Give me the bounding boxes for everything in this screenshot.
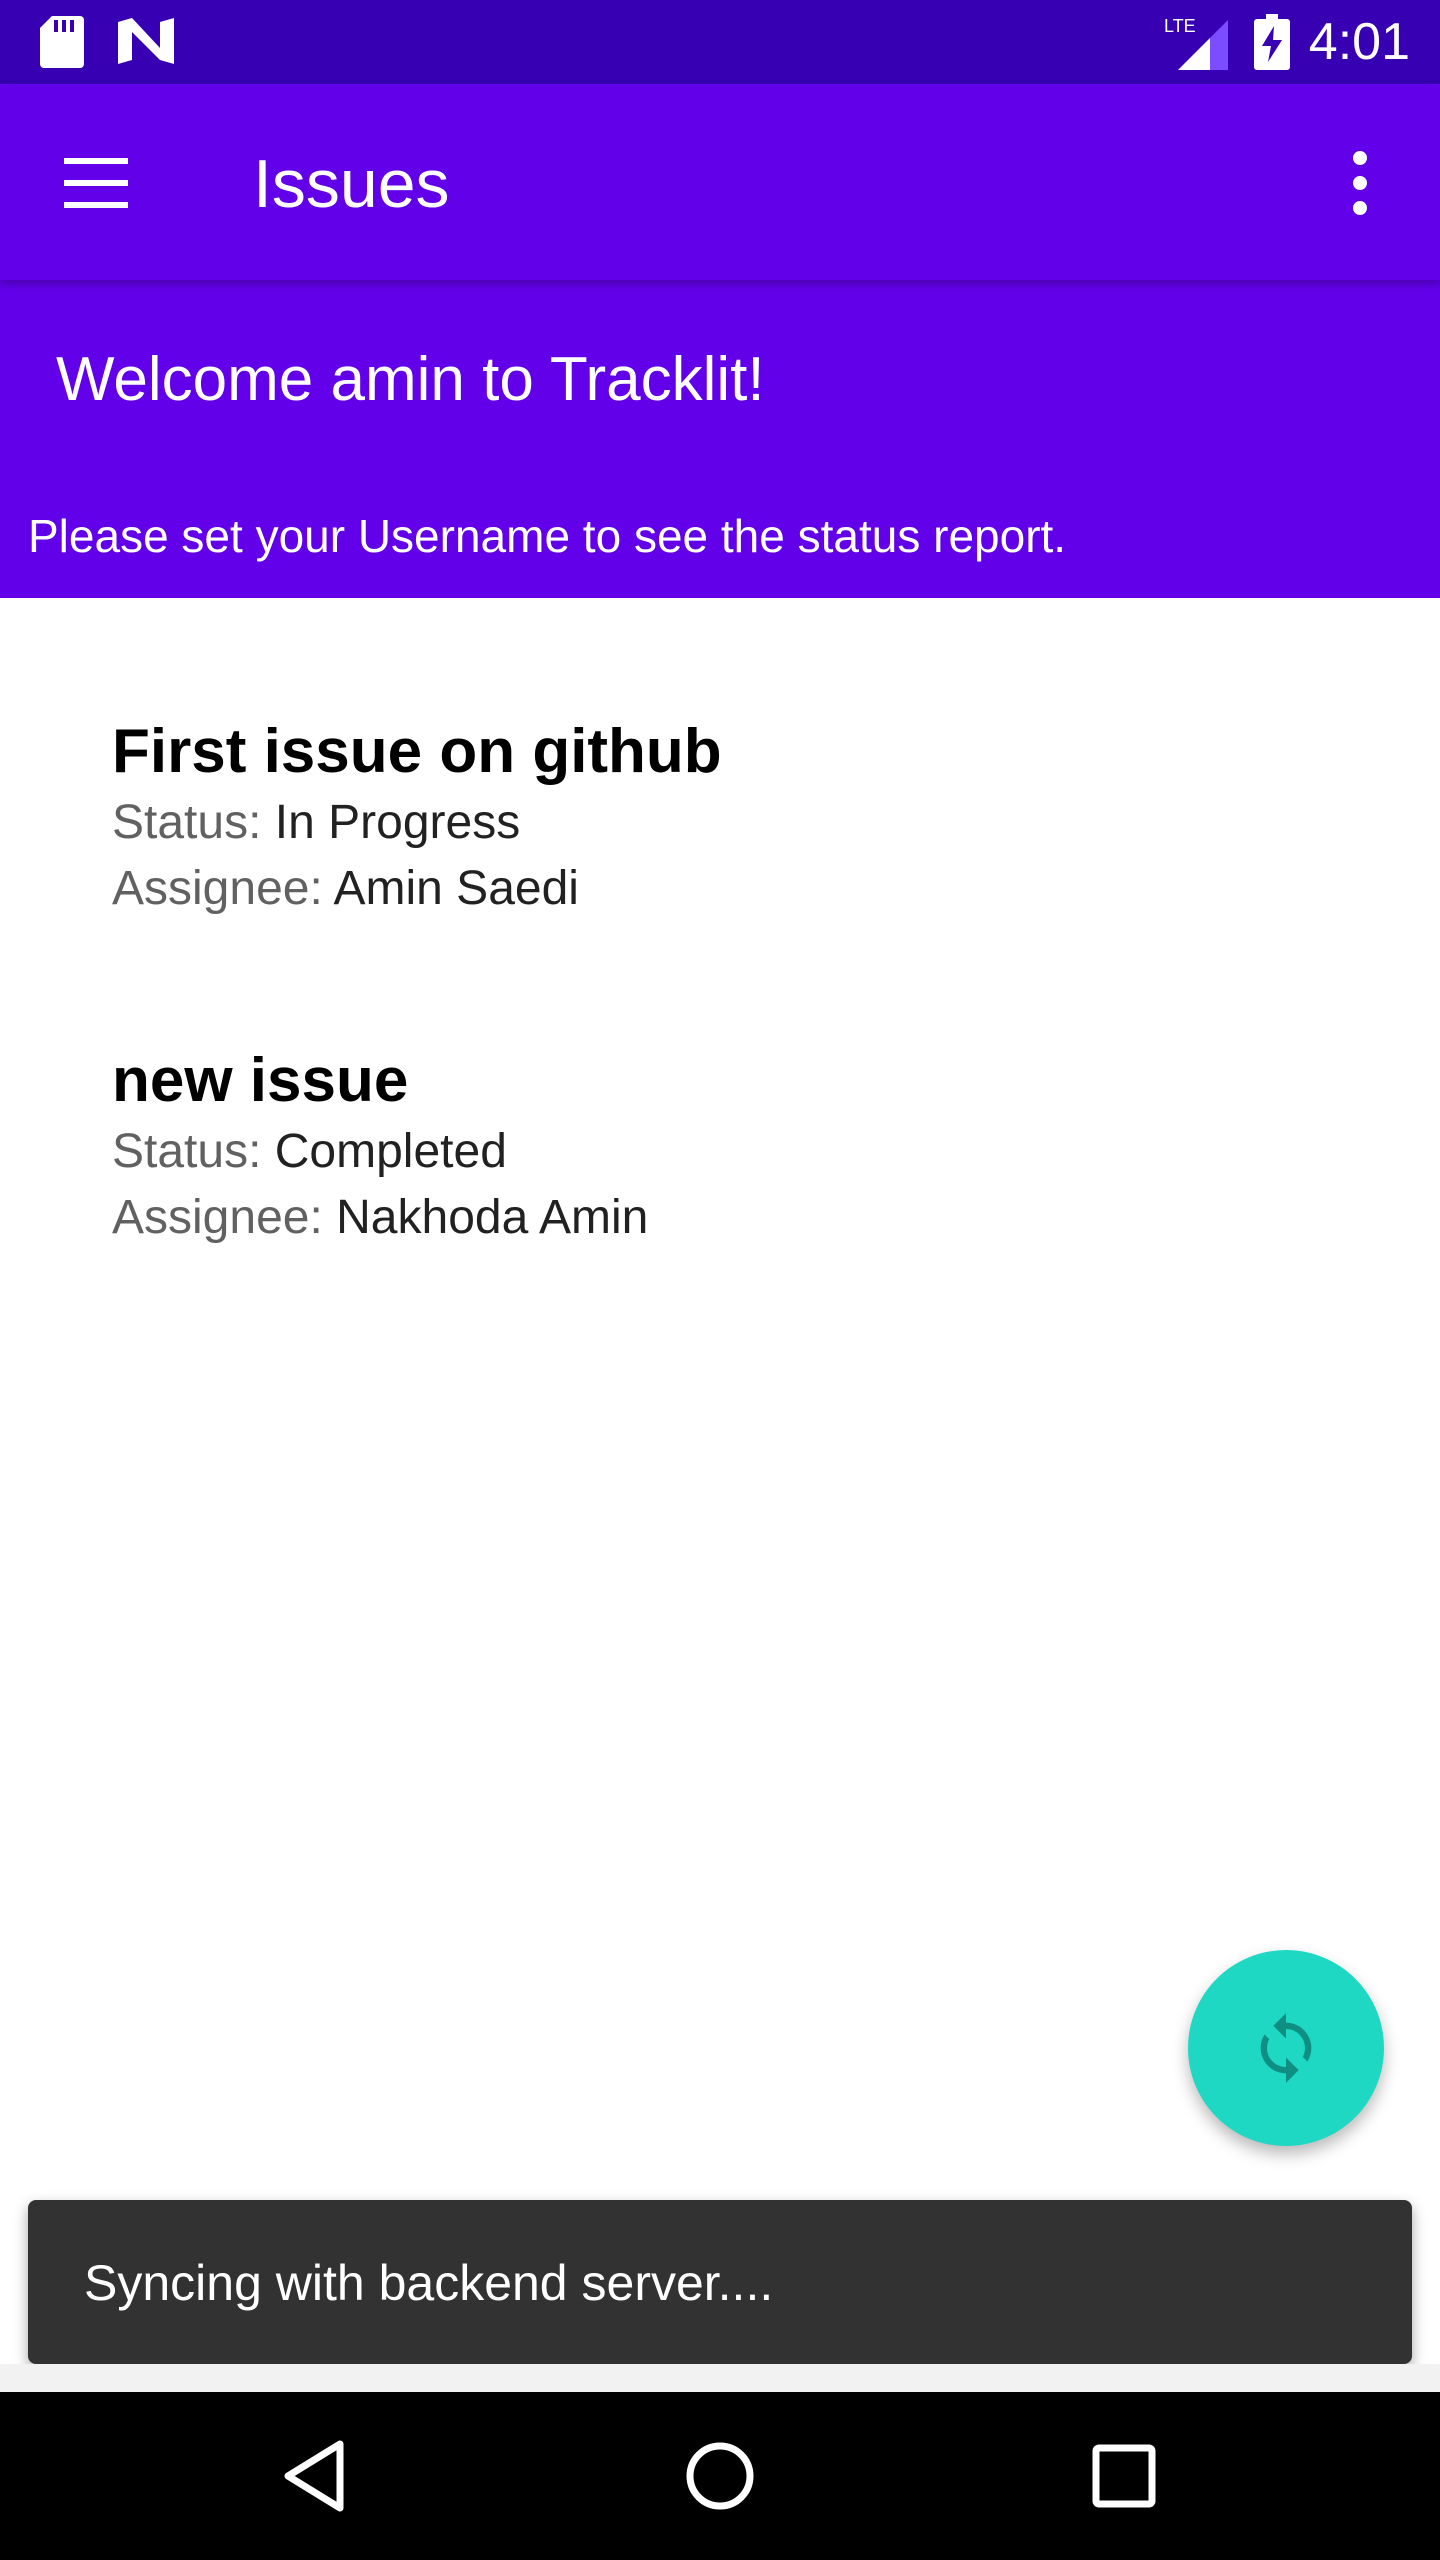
app-bar: Issues [0, 84, 1440, 280]
issue-title: First issue on github [112, 717, 722, 786]
snackbar-divider [0, 2364, 1440, 2392]
back-icon[interactable] [274, 2434, 358, 2518]
status-value: In Progress [274, 796, 521, 849]
issue-assignee: Assignee: Nakhoda Amin [112, 1185, 1312, 1251]
issue-item[interactable]: First issue on github Status: In Progres… [112, 714, 1312, 922]
issue-title: new issue [112, 1046, 409, 1115]
menu-icon[interactable] [58, 154, 138, 212]
sync-fab-button[interactable] [1188, 1950, 1384, 2146]
welcome-text: Welcome amin to Tracklit! [56, 345, 765, 414]
assignee-value: Amin Saedi [333, 862, 579, 915]
issue-status: Status: Completed [112, 1119, 1312, 1185]
snackbar-message: Syncing with backend server.... [84, 2255, 774, 2311]
welcome-banner: Welcome amin to Tracklit! Please set you… [0, 280, 1440, 598]
lte-label: LTE [1164, 16, 1196, 36]
home-icon[interactable] [678, 2434, 762, 2518]
username-notice: Please set your Username to see the stat… [28, 510, 1067, 562]
assignee-value: Nakhoda Amin [336, 1191, 649, 1244]
recents-icon[interactable] [1082, 2434, 1166, 2518]
n-notification-icon [118, 18, 174, 64]
assignee-label: Assignee: [112, 862, 323, 915]
status-label: Status: [112, 1125, 262, 1178]
signal-icon: LTE [1164, 16, 1228, 70]
sync-icon [1260, 2013, 1312, 2083]
sd-card-icon [40, 16, 84, 68]
status-value: Completed [274, 1125, 507, 1178]
assignee-label: Assignee: [112, 1191, 323, 1244]
snackbar: Syncing with backend server.... [28, 2200, 1412, 2364]
issue-status: Status: In Progress [112, 790, 1312, 856]
navigation-bar [0, 2392, 1440, 2560]
more-vert-icon[interactable] [1338, 150, 1382, 216]
battery-charging-icon [1254, 14, 1290, 70]
issue-assignee: Assignee: Amin Saedi [112, 856, 1312, 922]
status-label: Status: [112, 796, 262, 849]
issue-item[interactable]: new issue Status: Completed Assignee: Na… [112, 1043, 1312, 1251]
page-title: Issues [253, 146, 450, 222]
status-bar: LTE 4:01 [0, 0, 1440, 84]
status-clock: 4:01 [1308, 13, 1410, 71]
